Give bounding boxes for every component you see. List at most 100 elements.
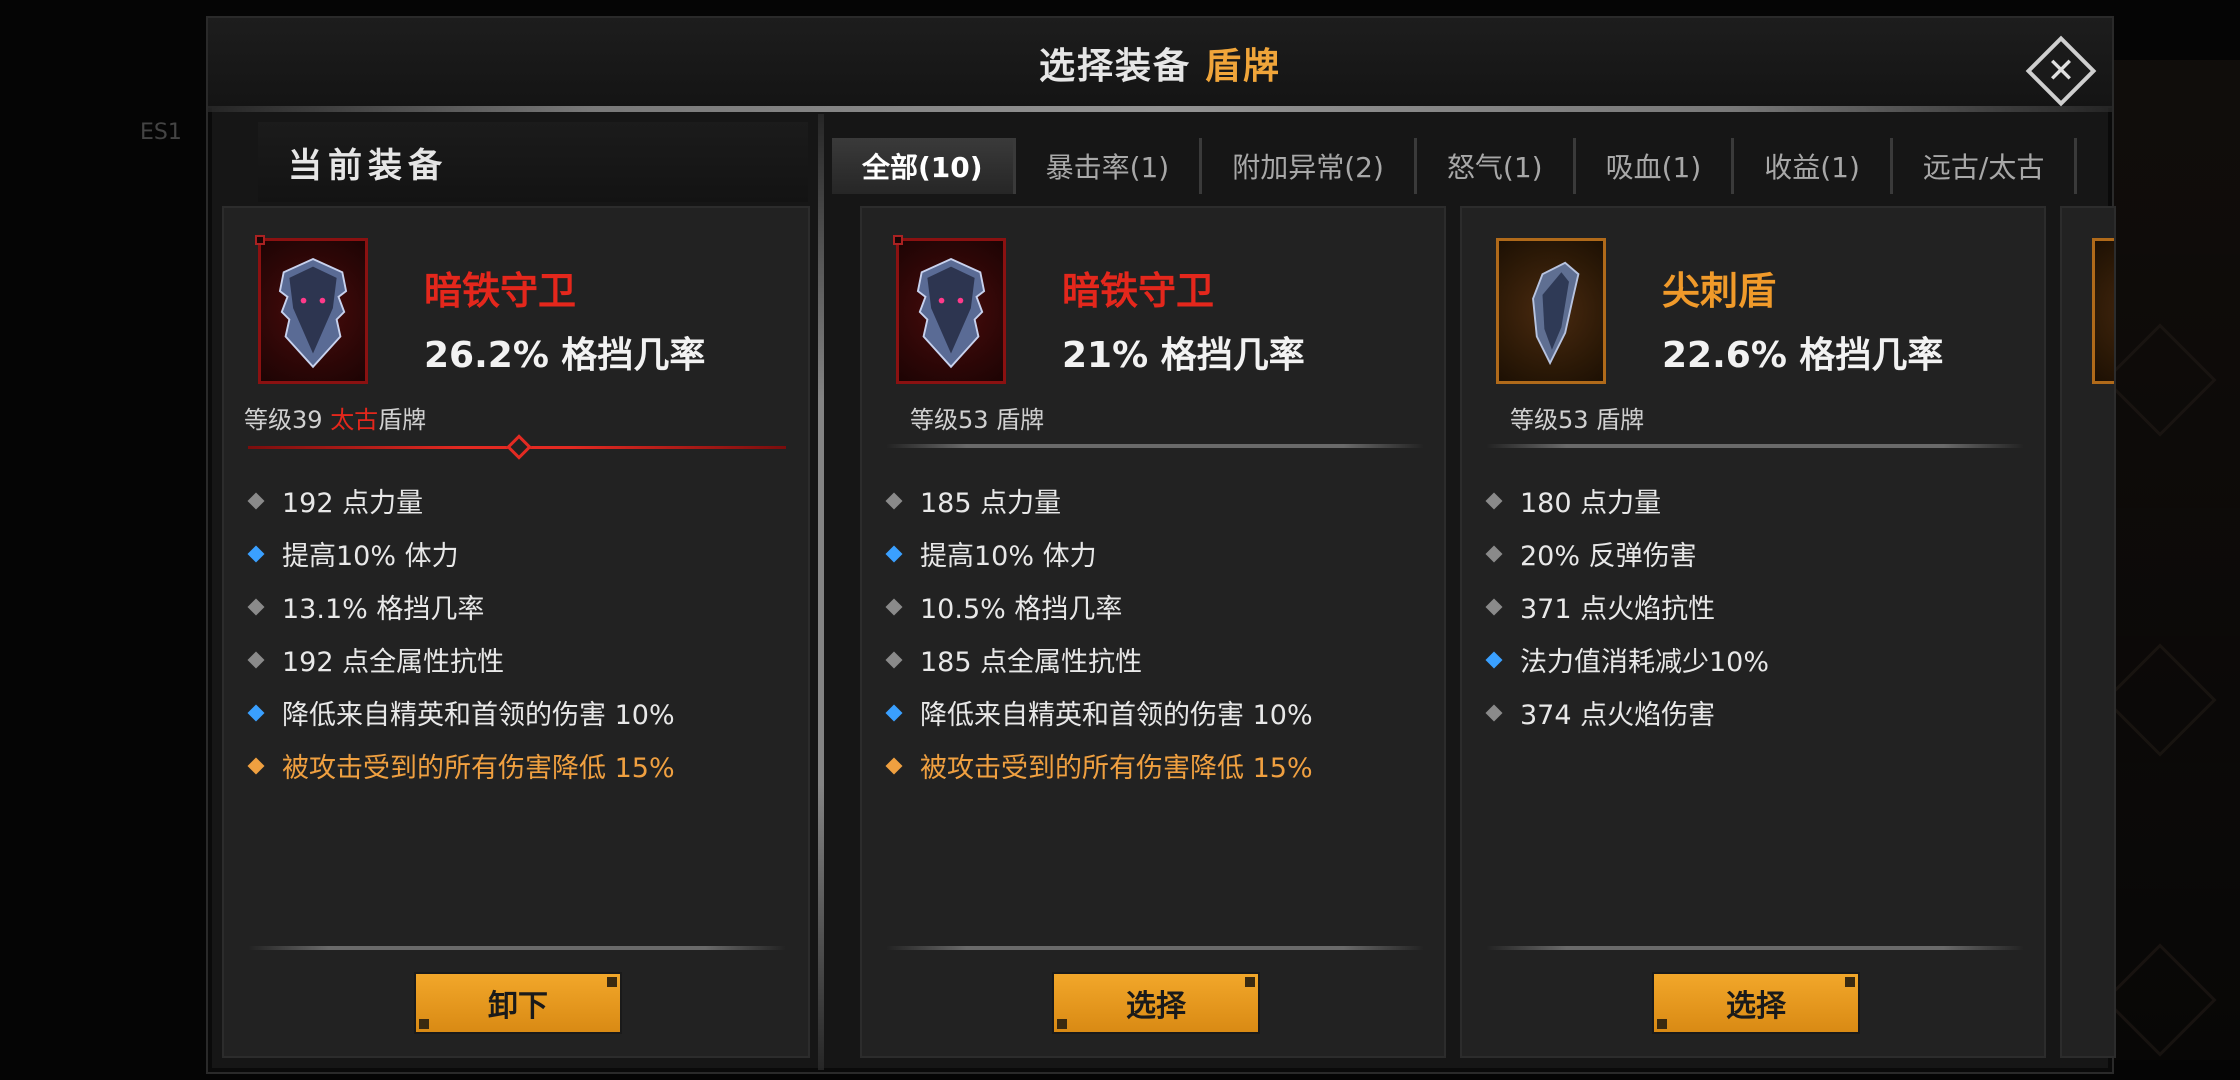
attribute-text: 被攻击受到的所有伤害降低 15% xyxy=(920,753,1313,784)
item-portrait xyxy=(255,235,368,384)
dialog-title: 选择装备 xyxy=(1038,46,1191,87)
item-main-stat: 22.6% 格挡几率 xyxy=(1662,335,1944,376)
attribute-bullet-icon xyxy=(1485,704,1503,721)
attribute-bullet-icon xyxy=(247,651,265,668)
attribute-row: 180 点力量 xyxy=(1485,474,2028,527)
attribute-bullet-icon xyxy=(885,492,903,509)
candidate-card-3-partial[interactable] xyxy=(2060,206,2116,1058)
select-button[interactable]: 选择 xyxy=(1052,972,1260,1034)
dark-shield-icon xyxy=(916,257,986,369)
unequip-button[interactable]: 卸下 xyxy=(414,972,622,1034)
rune-icon xyxy=(2103,943,2217,1057)
current-equipment-title: 当前装备 xyxy=(258,122,808,202)
attribute-bullet-icon xyxy=(247,492,265,509)
item-level-line: 等级53 盾牌 xyxy=(910,406,1045,434)
select-button[interactable]: 选择 xyxy=(1652,972,1860,1034)
spike-shield-icon xyxy=(1532,261,1580,366)
dark-shield-icon xyxy=(278,257,348,369)
item-name: 暗铁守卫 xyxy=(424,269,577,313)
tab-3[interactable]: 怒气(1) xyxy=(1417,138,1576,194)
attribute-bullet-icon xyxy=(885,704,903,721)
item-level: 等级39 xyxy=(244,406,323,434)
attribute-row: 192 点力量 xyxy=(247,474,790,527)
attribute-row: 374 点火焰伤害 xyxy=(1485,686,2028,739)
attribute-text: 13.1% 格挡几率 xyxy=(282,594,485,625)
item-level-line: 等级39 太古盾牌 xyxy=(244,400,426,435)
attribute-bullet-icon xyxy=(1485,492,1503,509)
corner-mark xyxy=(893,235,903,245)
tab-4[interactable]: 吸血(1) xyxy=(1576,138,1735,194)
select-button-label: 选择 xyxy=(1726,989,1786,1024)
attribute-text: 降低来自精英和首领的伤害 10% xyxy=(920,700,1313,731)
attribute-row: 被攻击受到的所有伤害降低 15% xyxy=(885,739,1428,792)
item-main-stat: 21% 格挡几率 xyxy=(1062,335,1305,376)
header-divider xyxy=(208,106,2112,112)
attribute-row: 185 点力量 xyxy=(885,474,1428,527)
attribute-bullet-icon xyxy=(247,704,265,721)
attribute-row: 降低来自精英和首领的伤害 10% xyxy=(247,686,790,739)
attribute-text: 提高10% 体力 xyxy=(920,541,1097,572)
attribute-row: 降低来自精英和首领的伤害 10% xyxy=(885,686,1428,739)
item-level-line: 等级53 盾牌 xyxy=(1510,406,1645,434)
attribute-bullet-icon xyxy=(885,598,903,615)
attribute-row: 13.1% 格挡几率 xyxy=(247,580,790,633)
tab-2[interactable]: 附加异常(2) xyxy=(1202,138,1417,194)
attribute-bullet-icon xyxy=(885,545,903,562)
attribute-row: 被攻击受到的所有伤害降低 15% xyxy=(247,739,790,792)
filter-tabs: 全部(10) 暴击率(1) 附加异常(2) 怒气(1) 吸血(1) 收益(1) 远古/太古 xyxy=(832,138,2240,194)
close-icon: ✕ xyxy=(2046,51,2076,91)
attribute-text: 185 点力量 xyxy=(920,488,1062,519)
item-type: 盾牌 xyxy=(378,406,427,434)
attribute-text: 180 点力量 xyxy=(1520,488,1662,519)
attribute-row: 371 点火焰抗性 xyxy=(1485,580,2028,633)
tab-6[interactable]: 远古/太古 xyxy=(1893,138,2078,194)
bottom-separator xyxy=(248,946,786,950)
attribute-row: 提高10% 体力 xyxy=(247,527,790,580)
attribute-bullet-icon xyxy=(247,545,265,562)
dialog-category: 盾牌 xyxy=(1205,46,1282,87)
attribute-text: 192 点全属性抗性 xyxy=(282,647,505,678)
unequip-button-label: 卸下 xyxy=(488,989,548,1024)
attribute-text: 提高10% 体力 xyxy=(282,541,459,572)
equipment-select-dialog: 选择装备 盾牌 ✕ 当前装备 全部(10) 暴击率(1) 附加异常(2) 怒气(1) 吸… xyxy=(206,16,2116,1074)
attribute-row: 法力值消耗减少10% xyxy=(1485,633,2028,686)
attribute-text: 降低来自精英和首领的伤害 10% xyxy=(282,700,675,731)
attribute-bullet-icon xyxy=(1485,598,1503,615)
attribute-text: 法力值消耗减少10% xyxy=(1520,647,1770,678)
rune-icon xyxy=(2103,643,2217,757)
candidate-card-2[interactable]: 尖刺盾 22.6% 格挡几率 等级53 盾牌 180 点力量 20% 反弹伤害 37… xyxy=(1460,206,2046,1058)
corner-mark xyxy=(255,235,265,245)
bottom-separator xyxy=(1486,946,2024,950)
separator xyxy=(886,444,1424,448)
item-portrait xyxy=(1496,238,1606,384)
attribute-bullet-icon xyxy=(1485,545,1503,562)
rune-icon xyxy=(2103,323,2217,437)
attribute-text: 371 点火焰抗性 xyxy=(1520,594,1716,625)
attribute-text: 192 点力量 xyxy=(282,488,424,519)
dialog-header: 选择装备 盾牌 xyxy=(208,18,2112,108)
attribute-text: 374 点火焰伤害 xyxy=(1520,700,1716,731)
candidate-card-1[interactable]: 暗铁守卫 21% 格挡几率 等级53 盾牌 185 点力量提高10% 体力 10.… xyxy=(860,206,1446,1058)
tab-1[interactable]: 暴击率(1) xyxy=(1016,138,1203,194)
attribute-text: 20% 反弹伤害 xyxy=(1520,541,1697,572)
item-name: 尖刺盾 xyxy=(1662,269,1777,313)
bottom-separator xyxy=(886,946,1424,950)
item-portrait xyxy=(2092,238,2114,384)
attribute-row: 10.5% 格挡几率 xyxy=(885,580,1428,633)
attribute-text: 10.5% 格挡几率 xyxy=(920,594,1123,625)
attribute-bullet-icon xyxy=(247,598,265,615)
attribute-row: 20% 反弹伤害 xyxy=(1485,527,2028,580)
tab-5[interactable]: 收益(1) xyxy=(1734,138,1893,194)
current-item-card: 暗铁守卫 26.2% 格挡几率 等级39 太古盾牌 192 点力量提高10% 体… xyxy=(222,206,810,1058)
attribute-bullet-icon xyxy=(885,651,903,668)
attribute-list: 185 点力量提高10% 体力 10.5% 格挡几率 185 点全属性抗性降低来自精… xyxy=(885,474,1428,792)
attribute-row: 192 点全属性抗性 xyxy=(247,633,790,686)
select-button-label: 选择 xyxy=(1126,989,1186,1024)
item-main-stat: 26.2% 格挡几率 xyxy=(424,335,706,376)
tab-0[interactable]: 全部(10) xyxy=(832,138,1016,194)
attribute-row: 185 点全属性抗性 xyxy=(885,633,1428,686)
close-button[interactable]: ✕ xyxy=(2025,35,2097,107)
attribute-text: 185 点全属性抗性 xyxy=(920,647,1143,678)
separator-diamond-icon xyxy=(506,434,532,460)
item-name: 暗铁守卫 xyxy=(1062,269,1215,313)
